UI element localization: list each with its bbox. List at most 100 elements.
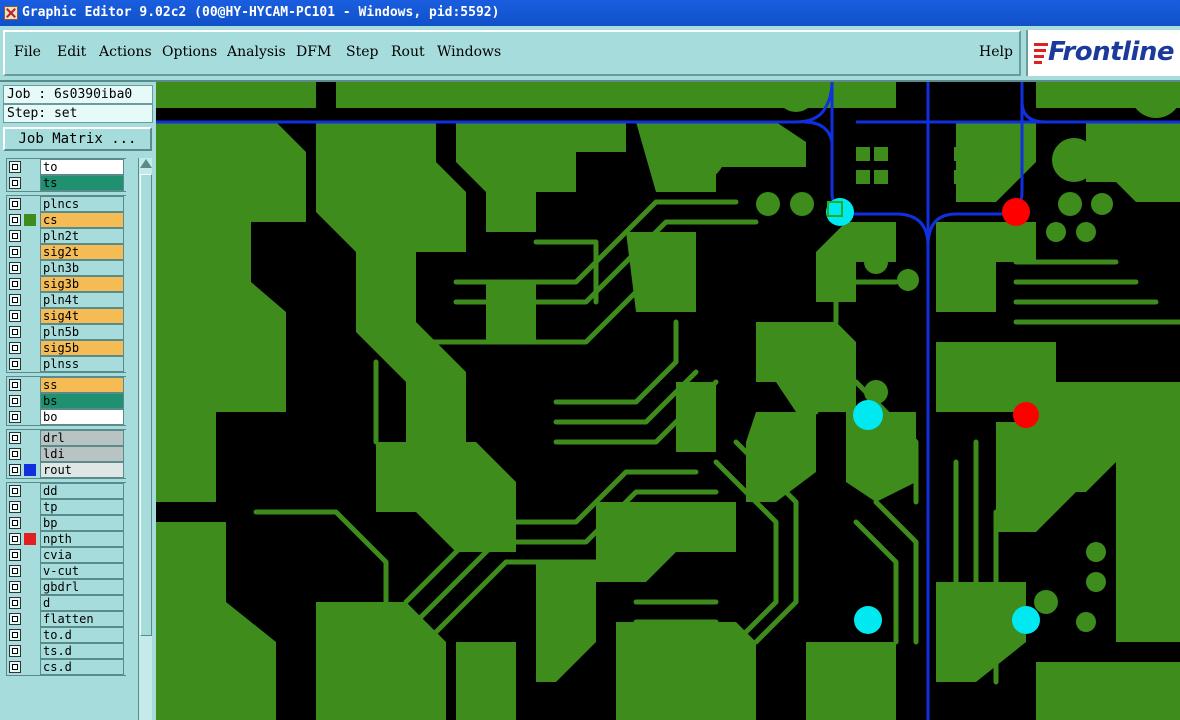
menu-edit[interactable]: Edit (57, 44, 86, 60)
layer-name[interactable]: sig4t (40, 308, 124, 324)
layer-name[interactable]: bp (40, 515, 124, 531)
layer-row-to.d[interactable]: to.d (6, 627, 126, 643)
menu-analysis[interactable]: Analysis (227, 44, 286, 60)
layer-name[interactable]: ts (40, 175, 124, 191)
layer-row-plnss[interactable]: plnss (6, 356, 126, 372)
layer-name[interactable]: ts.d (40, 643, 124, 659)
menu-windows[interactable]: Windows (437, 44, 501, 60)
layer-checkbox[interactable] (9, 161, 21, 173)
layer-row-ss[interactable]: ss (6, 377, 126, 393)
scroll-up-icon[interactable] (140, 159, 152, 168)
layer-name[interactable]: sig2t (40, 244, 124, 260)
layer-name[interactable]: to.d (40, 627, 124, 643)
menu-file[interactable]: File (14, 44, 41, 60)
layer-checkbox[interactable] (9, 517, 21, 529)
layer-row-to[interactable]: to (6, 159, 126, 175)
layer-row-sig2t[interactable]: sig2t (6, 244, 126, 260)
layer-checkbox[interactable] (9, 198, 21, 210)
layer-checkbox[interactable] (9, 214, 21, 226)
layer-name[interactable]: npth (40, 531, 124, 547)
layer-name[interactable]: dd (40, 483, 124, 499)
layer-row-ldi[interactable]: ldi (6, 446, 126, 462)
layer-row-v-cut[interactable]: v-cut (6, 563, 126, 579)
layer-name[interactable]: plncs (40, 196, 124, 212)
layer-checkbox[interactable] (9, 533, 21, 545)
layer-checkbox[interactable] (9, 501, 21, 513)
layer-checkbox[interactable] (9, 310, 21, 322)
layer-name[interactable]: cs (40, 212, 124, 228)
layer-row-gbdrl[interactable]: gbdrl (6, 579, 126, 595)
layer-checkbox[interactable] (9, 411, 21, 423)
layer-row-cs.d[interactable]: cs.d (6, 659, 126, 675)
layer-row-d[interactable]: d (6, 595, 126, 611)
layer-checkbox[interactable] (9, 342, 21, 354)
layer-checkbox[interactable] (9, 432, 21, 444)
layer-row-flatten[interactable]: flatten (6, 611, 126, 627)
layer-name[interactable]: tp (40, 499, 124, 515)
layer-checkbox[interactable] (9, 358, 21, 370)
layer-row-pln4t[interactable]: pln4t (6, 292, 126, 308)
layer-row-pln3b[interactable]: pln3b (6, 260, 126, 276)
layer-row-sig3b[interactable]: sig3b (6, 276, 126, 292)
layer-checkbox[interactable] (9, 246, 21, 258)
layer-row-ts[interactable]: ts (6, 175, 126, 191)
layer-name[interactable]: to (40, 159, 124, 175)
pcb-view[interactable] (156, 82, 1180, 720)
layer-name[interactable]: cvia (40, 547, 124, 563)
layer-checkbox[interactable] (9, 379, 21, 391)
layer-name[interactable]: bs (40, 393, 124, 409)
layer-checkbox[interactable] (9, 448, 21, 460)
layer-row-npth[interactable]: npth (6, 531, 126, 547)
layer-checkbox[interactable] (9, 230, 21, 242)
layer-name[interactable]: pln2t (40, 228, 124, 244)
layer-name[interactable]: pln5b (40, 324, 124, 340)
layer-row-sig4t[interactable]: sig4t (6, 308, 126, 324)
layer-checkbox[interactable] (9, 629, 21, 641)
menu-dfm[interactable]: DFM (296, 44, 331, 60)
layer-checkbox[interactable] (9, 278, 21, 290)
layer-name[interactable]: plnss (40, 356, 124, 372)
layer-checkbox[interactable] (9, 294, 21, 306)
layer-name[interactable]: bo (40, 409, 124, 425)
layer-checkbox[interactable] (9, 613, 21, 625)
layer-checkbox[interactable] (9, 549, 21, 561)
layer-row-tp[interactable]: tp (6, 499, 126, 515)
layer-name[interactable]: sig5b (40, 340, 124, 356)
layer-name[interactable]: pln4t (40, 292, 124, 308)
layer-row-bo[interactable]: bo (6, 409, 126, 425)
layer-checkbox[interactable] (9, 326, 21, 338)
layer-row-sig5b[interactable]: sig5b (6, 340, 126, 356)
layer-row-ts.d[interactable]: ts.d (6, 643, 126, 659)
layer-name[interactable]: flatten (40, 611, 124, 627)
layer-row-bs[interactable]: bs (6, 393, 126, 409)
graphic-canvas[interactable] (156, 82, 1180, 720)
layer-name[interactable]: sig3b (40, 276, 124, 292)
layer-checkbox[interactable] (9, 565, 21, 577)
layer-checkbox[interactable] (9, 661, 21, 673)
layer-checkbox[interactable] (9, 597, 21, 609)
layer-name[interactable]: v-cut (40, 563, 124, 579)
layer-checkbox[interactable] (9, 485, 21, 497)
layer-name[interactable]: drl (40, 430, 124, 446)
layer-checkbox[interactable] (9, 262, 21, 274)
layer-name[interactable]: d (40, 595, 124, 611)
layer-checkbox[interactable] (9, 645, 21, 657)
layer-list-scrollbar[interactable] (138, 158, 152, 720)
layer-checkbox[interactable] (9, 464, 21, 476)
layer-name[interactable]: gbdrl (40, 579, 124, 595)
layer-row-bp[interactable]: bp (6, 515, 126, 531)
menu-step[interactable]: Step (346, 44, 378, 60)
layer-row-pln5b[interactable]: pln5b (6, 324, 126, 340)
layer-name[interactable]: cs.d (40, 659, 124, 675)
menu-options[interactable]: Options (162, 44, 217, 60)
scrollbar-thumb[interactable] (140, 174, 152, 636)
layer-row-cs[interactable]: cs (6, 212, 126, 228)
layer-name[interactable]: pln3b (40, 260, 124, 276)
layer-row-dd[interactable]: dd (6, 483, 126, 499)
layer-row-cvia[interactable]: cvia (6, 547, 126, 563)
layer-row-plncs[interactable]: plncs (6, 196, 126, 212)
layer-name[interactable]: ldi (40, 446, 124, 462)
layer-checkbox[interactable] (9, 581, 21, 593)
menu-actions[interactable]: Actions (99, 44, 152, 60)
menu-help[interactable]: Help (979, 44, 1013, 60)
